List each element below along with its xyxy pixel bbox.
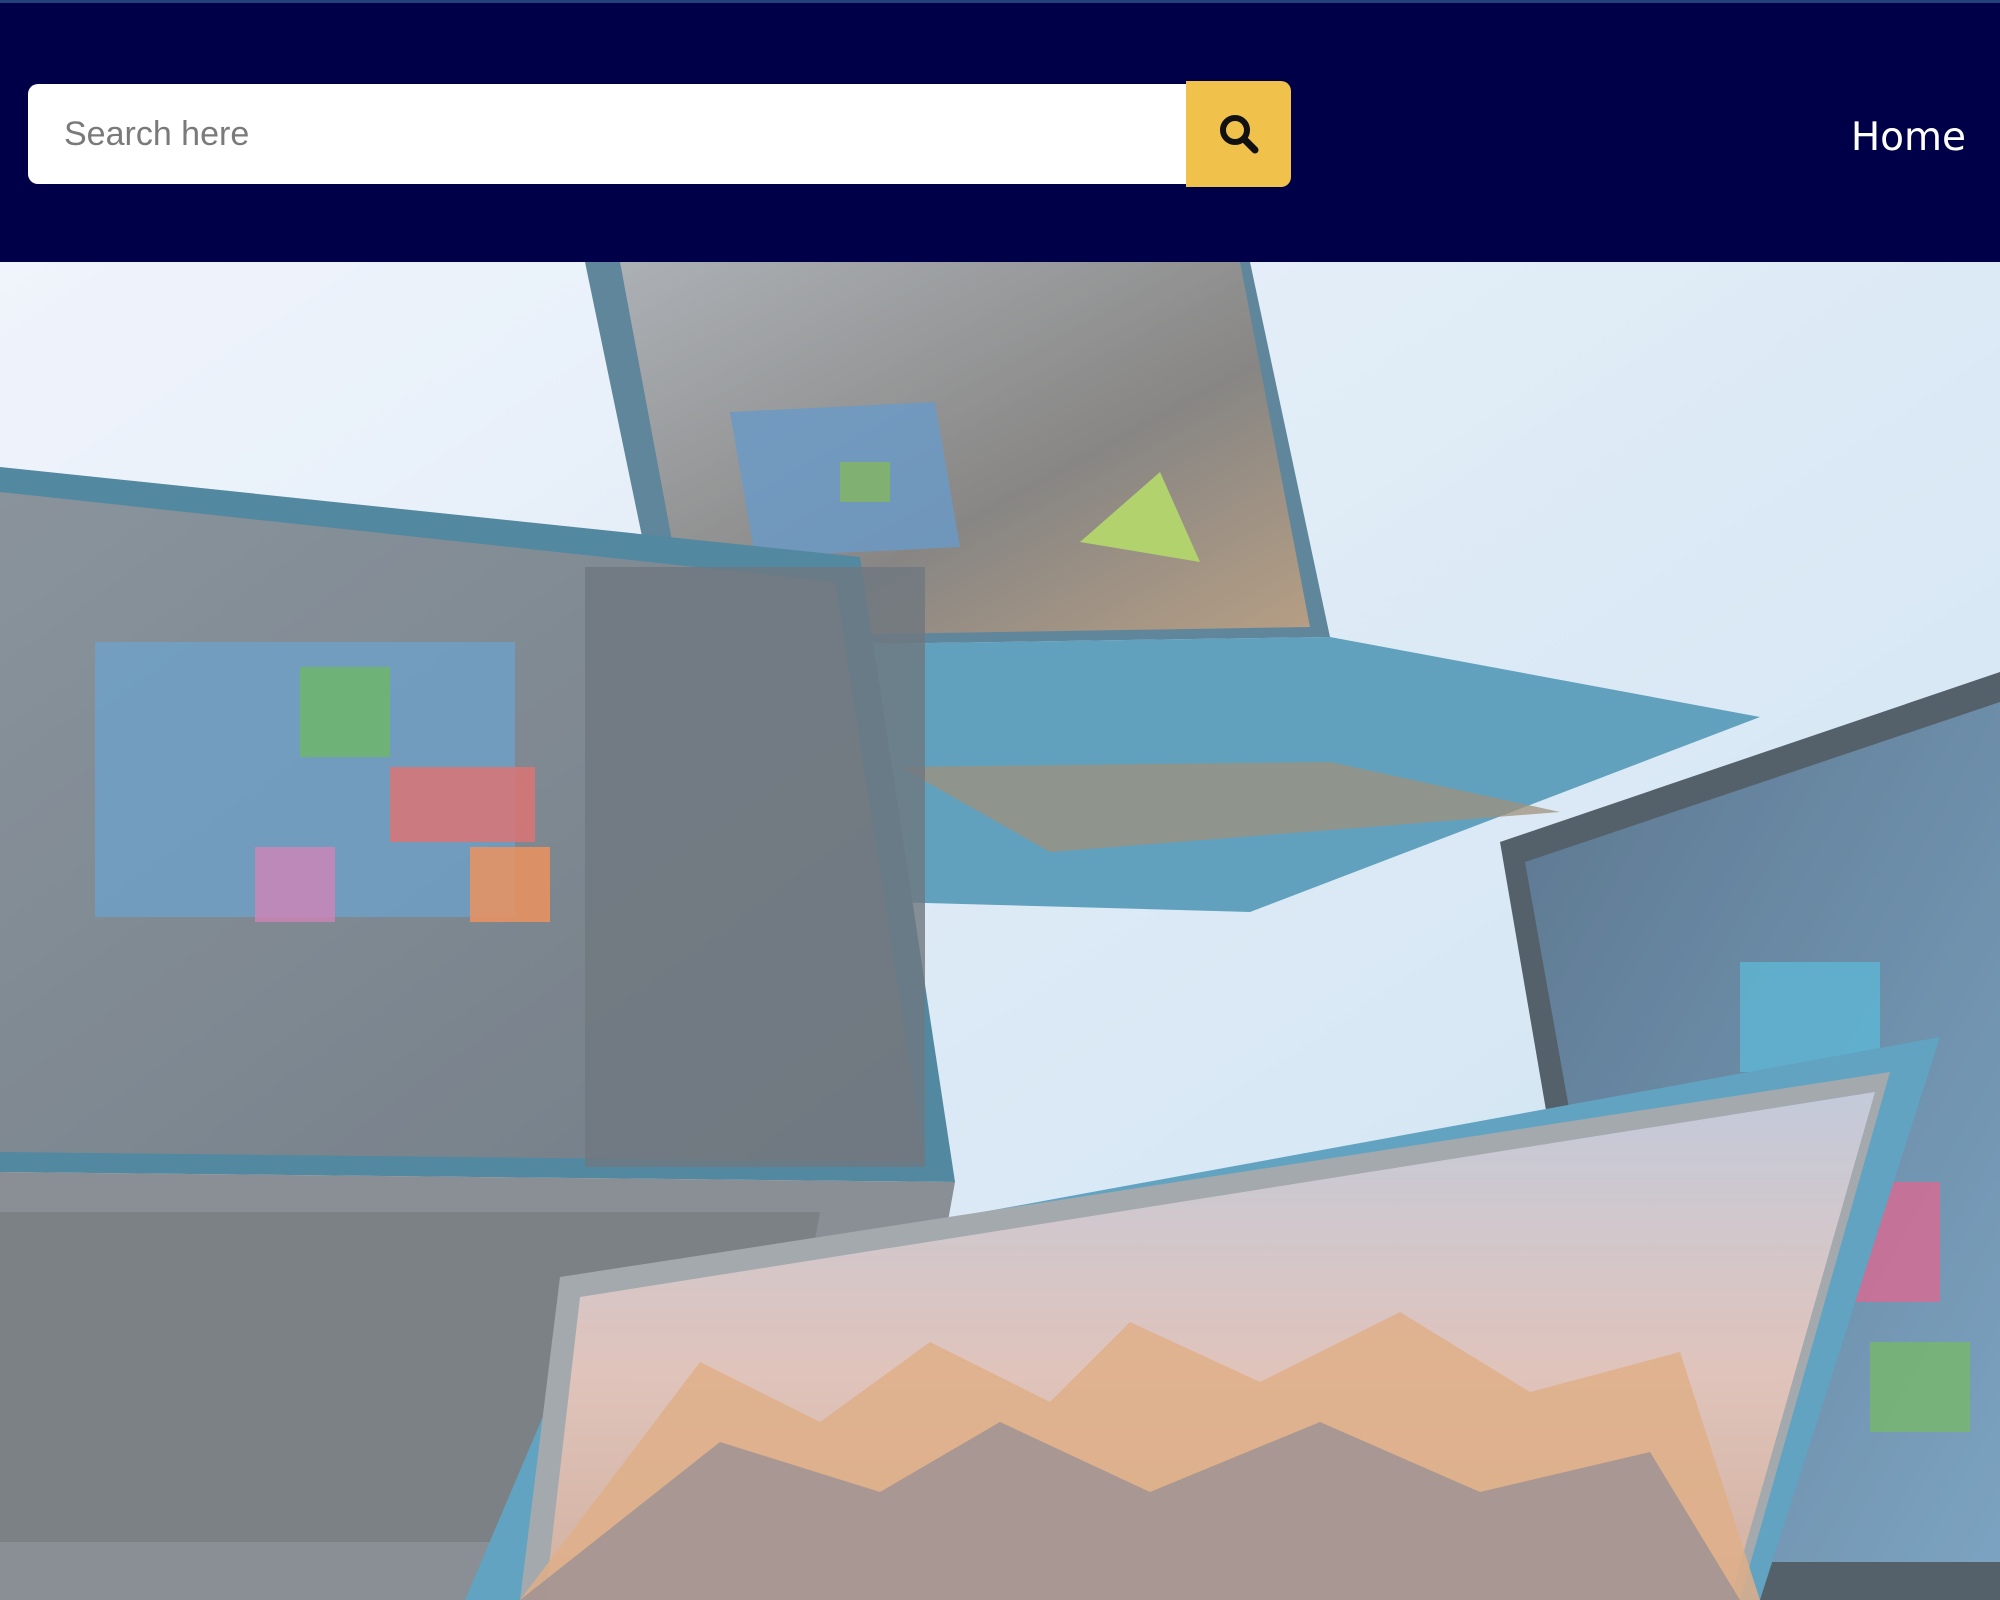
search-form (28, 81, 1291, 189)
search-input[interactable] (28, 84, 1186, 184)
laptops-banner-image (0, 262, 2000, 1600)
search-icon (1219, 115, 1258, 154)
search-button[interactable] (1186, 81, 1291, 187)
navbar: Home (0, 3, 2000, 262)
nav-home-link[interactable]: Home (1851, 115, 1966, 160)
hero-banner (0, 262, 2000, 1600)
page: Home (0, 0, 2000, 1600)
